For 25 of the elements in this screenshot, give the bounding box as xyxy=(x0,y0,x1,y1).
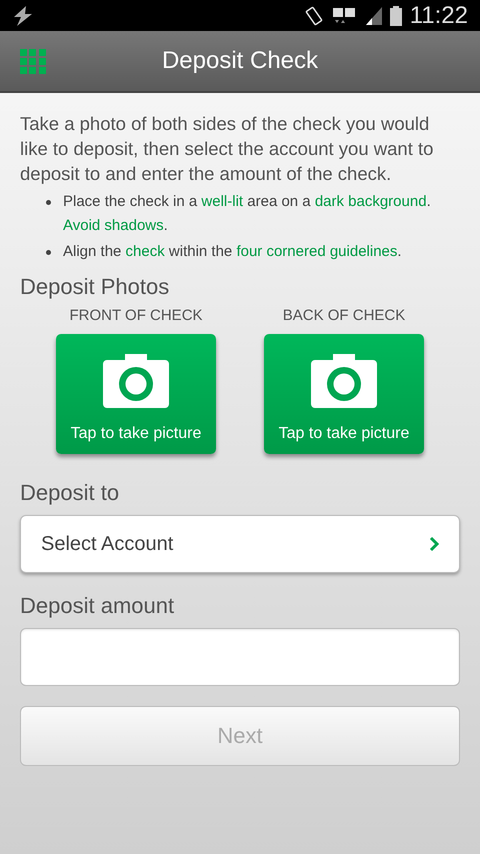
photo-caption: FRONT OF CHECK xyxy=(69,306,203,326)
intro-text: Take a photo of both sides of the check you would like to deposit, then select the account you want to deposit to and enter the amount of the check. xyxy=(20,112,434,186)
bullet-icon xyxy=(46,250,51,255)
camera-icon xyxy=(103,354,169,408)
vibrate-icon xyxy=(304,6,324,26)
section-heading: Deposit Photos xyxy=(20,273,170,301)
lightning-icon xyxy=(12,6,34,26)
photo-caption: BACK OF CHECK xyxy=(282,306,406,326)
section-heading: Deposit amount xyxy=(20,592,176,620)
amount-field[interactable] xyxy=(20,628,460,686)
section-heading: Deposit to xyxy=(20,478,120,507)
status-time: 11:22 xyxy=(410,4,468,28)
signal-icon xyxy=(366,6,382,24)
battery-icon xyxy=(390,6,402,26)
menu-icon[interactable] xyxy=(20,48,46,74)
bullet-icon xyxy=(46,200,51,205)
network-icon xyxy=(332,6,358,26)
tip-text: Align the check within the four cornered guidelines. xyxy=(63,242,402,262)
screen-title: Deposit Check xyxy=(162,46,318,76)
tip-text: Place the check in a well-lit area on a dark background. Avoid shadows. xyxy=(63,192,432,236)
camera-icon xyxy=(311,354,377,408)
account-select[interactable]: Select Account xyxy=(20,514,460,572)
take-picture-button[interactable]: Tap to take picture xyxy=(264,334,424,454)
take-picture-button[interactable]: Tap to take picture xyxy=(56,334,216,454)
chevron-icon xyxy=(429,536,439,552)
